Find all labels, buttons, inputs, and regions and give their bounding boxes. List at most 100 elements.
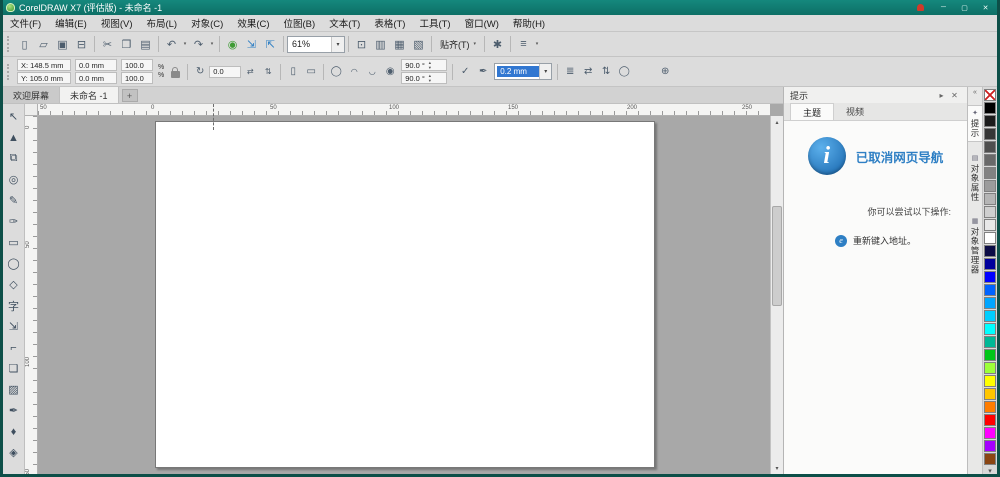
maximize-button[interactable]: ▢ (955, 2, 974, 14)
mirror-vertical-icon[interactable]: ⇅ (260, 64, 276, 80)
color-swatch[interactable] (984, 206, 996, 218)
save-icon[interactable]: ▣ (53, 35, 72, 54)
menu-item[interactable]: 帮助(H) (506, 15, 552, 31)
text-tool[interactable]: 字 (4, 295, 24, 316)
artistic-media-tool[interactable]: ✑ (4, 211, 24, 232)
landscape-icon[interactable]: ▭ (303, 64, 319, 80)
redo-dropdown-icon[interactable]: ▾ (208, 35, 216, 54)
chevron-down-icon[interactable]: ▾ (539, 64, 552, 79)
mirror-v2-icon[interactable]: ⇅ (598, 64, 614, 80)
color-swatch[interactable] (984, 336, 996, 348)
menu-item[interactable]: 编辑(E) (48, 15, 94, 31)
fullscreen-preview-icon[interactable]: ⊡ (352, 35, 371, 54)
docker-tab-object-manager[interactable]: ▦ 对象管理器 (968, 214, 982, 278)
guideline[interactable] (213, 104, 214, 130)
horizontal-ruler[interactable]: 50 0 50 100 150 200 250 (38, 104, 770, 116)
color-swatch[interactable] (984, 245, 996, 257)
options-icon[interactable]: ✱ (488, 35, 507, 54)
color-swatch[interactable] (984, 271, 996, 283)
portrait-icon[interactable]: ▯ (285, 64, 301, 80)
mirror-horizontal-icon[interactable]: ⇄ (242, 64, 258, 80)
menu-item[interactable]: 文件(F) (3, 15, 48, 31)
user-account-icon[interactable] (912, 2, 928, 13)
scale-y-field[interactable]: 100.0 (121, 72, 153, 84)
color-swatch[interactable] (984, 284, 996, 296)
palette-scroll-down-icon[interactable]: ▾ (988, 467, 992, 475)
menu-item[interactable]: 效果(C) (230, 15, 276, 31)
color-swatch[interactable] (984, 427, 996, 439)
minimize-button[interactable]: ─ (934, 2, 953, 14)
launcher-dropdown-icon[interactable]: ▾ (533, 35, 541, 54)
shape-tool[interactable]: ▲ (4, 127, 24, 148)
color-swatch[interactable] (984, 349, 996, 361)
tab-welcome-screen[interactable]: 欢迎屏幕 (3, 87, 61, 103)
color-swatch[interactable] (984, 180, 996, 192)
toolbar-handle[interactable] (7, 36, 11, 52)
new-document-icon[interactable]: ▯ (15, 35, 34, 54)
color-swatch[interactable] (984, 141, 996, 153)
color-swatch[interactable] (984, 167, 996, 179)
units-icon[interactable]: ◯ (328, 64, 344, 80)
show-guidelines-icon[interactable]: ▧ (409, 35, 428, 54)
export-icon[interactable]: ⇱ (261, 35, 280, 54)
text-wrap-icon[interactable]: ≣ (562, 64, 578, 80)
print-icon[interactable]: ⊟ (72, 35, 91, 54)
color-swatch[interactable] (984, 297, 996, 309)
color-swatch[interactable] (984, 115, 996, 127)
color-swatch[interactable] (984, 323, 996, 335)
menu-item[interactable]: 视图(V) (94, 15, 140, 31)
color-swatch[interactable] (984, 258, 996, 270)
docker-tab-hints[interactable]: ✦ 提示 (968, 105, 982, 142)
add-options-icon[interactable]: ⊕ (657, 64, 673, 80)
new-tab-button[interactable]: + (121, 89, 138, 102)
document-page[interactable] (155, 121, 655, 468)
property-bar-handle[interactable] (7, 63, 11, 80)
scale-x-field[interactable]: 100.0 (121, 59, 153, 71)
color-swatch[interactable] (984, 414, 996, 426)
connector-tool[interactable]: ⌐ (4, 337, 24, 358)
color-eyedropper-tool[interactable]: ✒ (4, 400, 24, 421)
menu-item[interactable]: 工具(T) (412, 15, 457, 31)
transparency-tool[interactable]: ▨ (4, 379, 24, 400)
vertical-scrollbar[interactable]: ▴ ▾ (770, 116, 783, 474)
snap-to-dropdown[interactable]: 贴齐(T) ▾ (435, 35, 481, 54)
color-swatch[interactable] (984, 193, 996, 205)
copy-icon[interactable]: ❐ (117, 35, 136, 54)
menu-item[interactable]: 位图(B) (277, 15, 323, 31)
docker-flyout-icon[interactable]: ▸ (935, 89, 948, 102)
spinner-arrows-icon[interactable]: ▲ ▼ (428, 60, 432, 70)
menu-item[interactable]: 表格(T) (367, 15, 412, 31)
spinner-arrows-icon[interactable]: ▲ ▼ (428, 73, 432, 83)
snap-check-icon[interactable]: ✓ (457, 64, 473, 80)
color-swatch[interactable] (984, 128, 996, 140)
undo-dropdown-icon[interactable]: ▾ (181, 35, 189, 54)
scroll-up-icon[interactable]: ▴ (771, 116, 783, 128)
outline-width-combo[interactable]: 0.2 mm ▾ (494, 63, 553, 80)
menu-item[interactable]: 对象(C) (184, 15, 230, 31)
scroll-down-icon[interactable]: ▾ (771, 462, 783, 474)
zoom-level-combo[interactable]: 61% ▾ (287, 35, 345, 53)
tab-theme[interactable]: 主题 (790, 103, 835, 120)
ruler-origin-corner[interactable] (25, 104, 38, 116)
show-rulers-icon[interactable]: ▥ (371, 35, 390, 54)
interactive-fill-tool[interactable]: ◈ (4, 442, 24, 463)
drop-shadow-tool[interactable]: ❏ (4, 358, 24, 379)
menu-item[interactable]: 窗口(W) (458, 15, 506, 31)
docker-tab-object-properties[interactable]: ▤ 对象属性 (968, 151, 982, 205)
color-swatch[interactable] (984, 401, 996, 413)
color-swatch[interactable] (984, 375, 996, 387)
hint-action-row[interactable]: e 重新键入地址。 (794, 234, 957, 247)
paste-icon[interactable]: ▤ (136, 35, 155, 54)
crop-tool[interactable]: ⧉ (4, 148, 24, 169)
polygon-tool[interactable]: ◇ (4, 274, 24, 295)
docker-close-icon[interactable]: ✕ (948, 89, 961, 102)
color-swatch[interactable] (984, 440, 996, 452)
height-field[interactable]: 0.0 mm (75, 72, 117, 84)
redo-icon[interactable]: ↷ (189, 35, 208, 54)
mirror-h2-icon[interactable]: ⇄ (580, 64, 596, 80)
freehand-tool[interactable]: ✎ (4, 190, 24, 211)
rotate-a-field[interactable]: 90.0 ° ▲ ▼ (401, 59, 448, 71)
chevron-down-icon[interactable]: ▾ (331, 36, 344, 52)
corner-round-icon[interactable]: ◠ (346, 64, 362, 80)
color-swatch[interactable] (984, 232, 996, 244)
